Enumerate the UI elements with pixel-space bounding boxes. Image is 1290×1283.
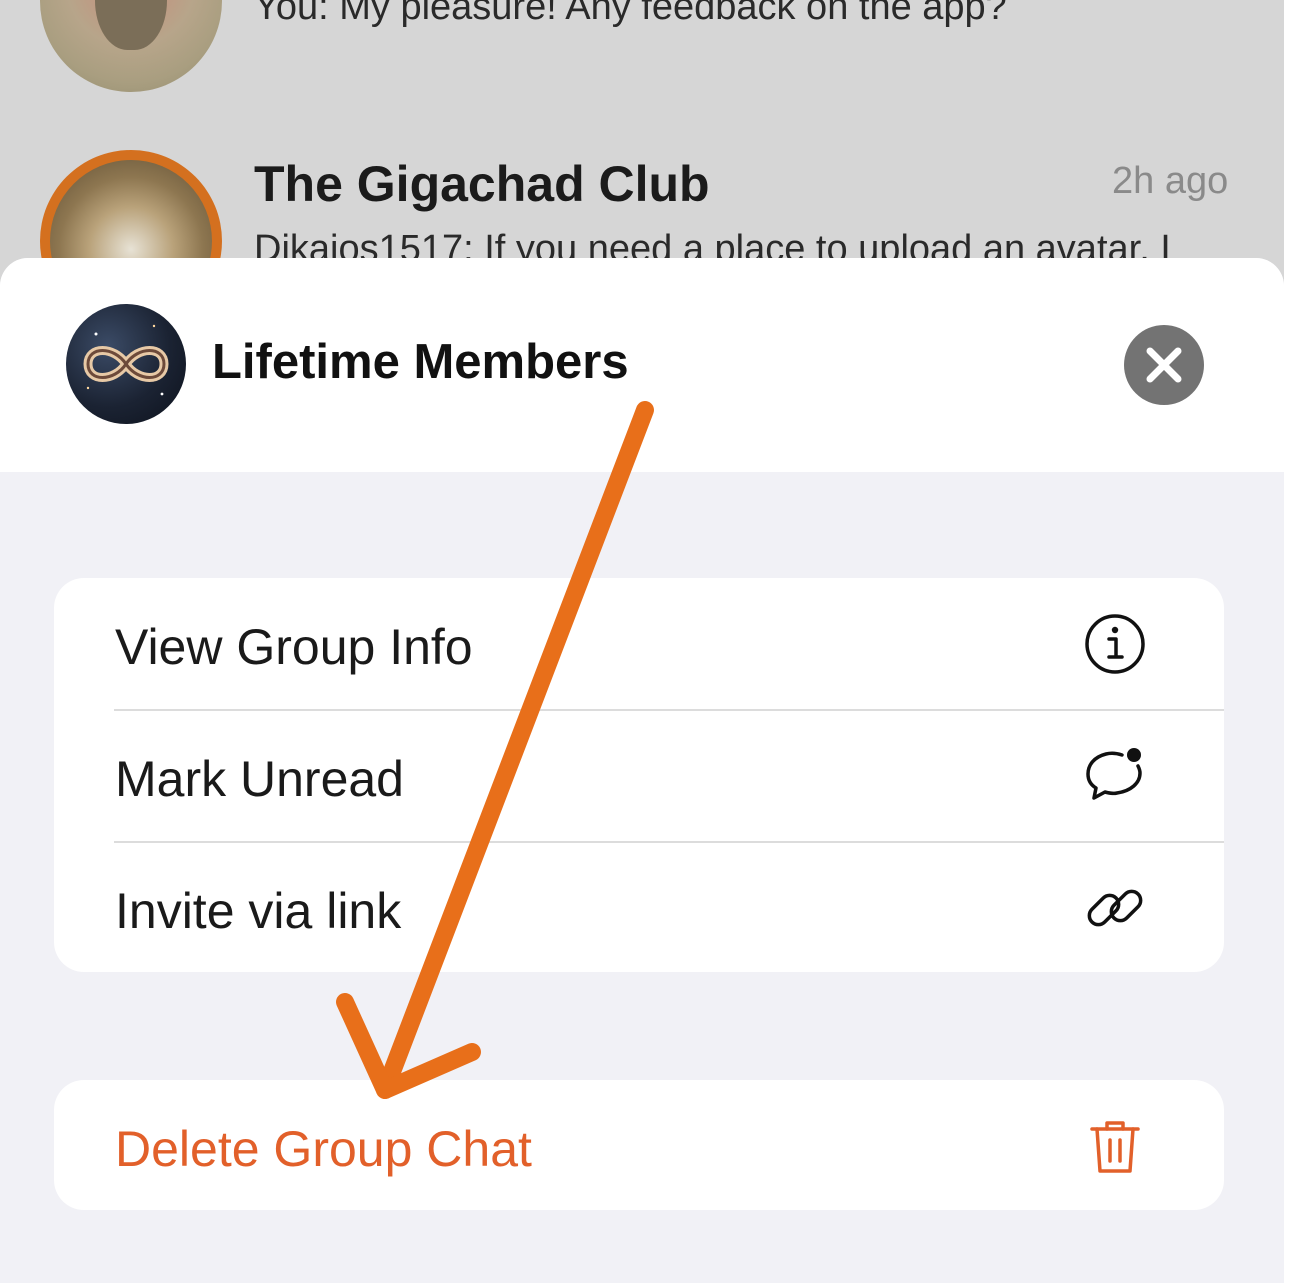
danger-card: Delete Group Chat: [54, 1080, 1224, 1210]
action-sheet: Lifetime Members View Group Info Mark Un…: [0, 258, 1284, 1283]
invite-via-link-label: Invite via link: [115, 883, 402, 939]
delete-group-chat-label: Delete Group Chat: [115, 1121, 532, 1177]
chat-bubble-unread-icon: [1086, 748, 1142, 800]
trash-icon: [1090, 1121, 1140, 1173]
close-icon: [1146, 347, 1182, 383]
mark-unread-label: Mark Unread: [115, 751, 404, 807]
mark-unread-button[interactable]: Mark Unread: [54, 710, 1224, 841]
sheet-header: Lifetime Members: [0, 258, 1284, 472]
chat-avatar[interactable]: [40, 0, 222, 92]
info-circle-icon: [1085, 614, 1145, 674]
avatar-portrait: [95, 0, 167, 50]
delete-group-chat-button[interactable]: Delete Group Chat: [54, 1080, 1224, 1210]
group-name: Lifetime Members: [212, 335, 629, 389]
view-group-info-label: View Group Info: [115, 619, 473, 675]
screen: You: My pleasure! Any feedback on the ap…: [0, 0, 1284, 1283]
group-avatar: [66, 304, 186, 424]
chat-title[interactable]: The Gigachad Club: [254, 155, 710, 213]
chat-timestamp: 2h ago: [1112, 160, 1229, 202]
link-icon: [1087, 889, 1143, 927]
chat-preview: You: My pleasure! Any feedback on the ap…: [254, 0, 1007, 28]
actions-card: View Group Info Mark Unread Invite via l…: [54, 578, 1224, 972]
invite-via-link-button[interactable]: Invite via link: [54, 842, 1224, 973]
infinity-icon: [83, 324, 169, 396]
view-group-info-button[interactable]: View Group Info: [54, 578, 1224, 709]
close-button[interactable]: [1124, 325, 1204, 405]
